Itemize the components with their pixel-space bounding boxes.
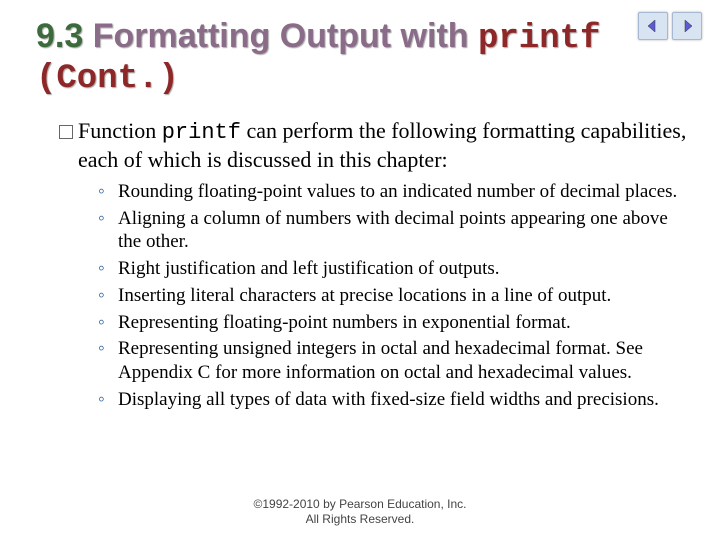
title-cont: (Cont.) <box>36 60 179 98</box>
slide: 9.3 Formatting Output with printf (Cont.… <box>0 0 720 540</box>
list-item: Displaying all types of data with fixed-… <box>98 388 692 412</box>
list-item: Representing unsigned integers in octal … <box>98 337 692 385</box>
bullet-list: Rounding floating-point values to an ind… <box>36 180 692 412</box>
bullet-text: Inserting literal characters at precise … <box>118 285 611 306</box>
bullet-text: Aligning a column of numbers with decima… <box>118 208 668 253</box>
checkbox-icon <box>59 125 73 139</box>
title-code-word: printf <box>478 20 600 58</box>
intro-code-word: printf <box>162 120 241 145</box>
copyright-line1: ©1992-2010 by Pearson Education, Inc. <box>254 497 467 511</box>
bullet-text: Right justification and left justificati… <box>118 258 500 279</box>
slide-title: 9.3 Formatting Output with printf (Cont.… <box>36 18 622 99</box>
nav-prev-button[interactable] <box>638 12 668 40</box>
copyright: ©1992-2010 by Pearson Education, Inc. Al… <box>0 497 720 526</box>
copyright-line2: All Rights Reserved. <box>306 512 415 526</box>
bullet-text: Displaying all types of data with fixed-… <box>118 389 659 410</box>
title-main: Formatting Output with printf <box>93 17 601 55</box>
list-item: Representing floating-point numbers in e… <box>98 311 692 335</box>
arrow-left-icon <box>646 19 660 33</box>
bullet-text: Representing unsigned integers in octal … <box>118 338 643 383</box>
bullet-text: Representing floating-point numbers in e… <box>118 312 571 333</box>
list-item: Inserting literal characters at precise … <box>98 284 692 308</box>
nav-buttons <box>638 12 702 40</box>
intro-prefix: Function <box>78 118 156 143</box>
arrow-right-icon <box>680 19 694 33</box>
title-section-number: 9.3 <box>36 17 83 55</box>
list-item: Aligning a column of numbers with decima… <box>98 207 692 255</box>
intro-paragraph: Function printf can perform the followin… <box>36 117 692 174</box>
list-item: Rounding floating-point values to an ind… <box>98 180 692 204</box>
bullet-text: Rounding floating-point values to an ind… <box>118 181 677 202</box>
nav-next-button[interactable] <box>672 12 702 40</box>
list-item: Right justification and left justificati… <box>98 257 692 281</box>
title-main-text: Formatting Output with <box>93 17 469 55</box>
